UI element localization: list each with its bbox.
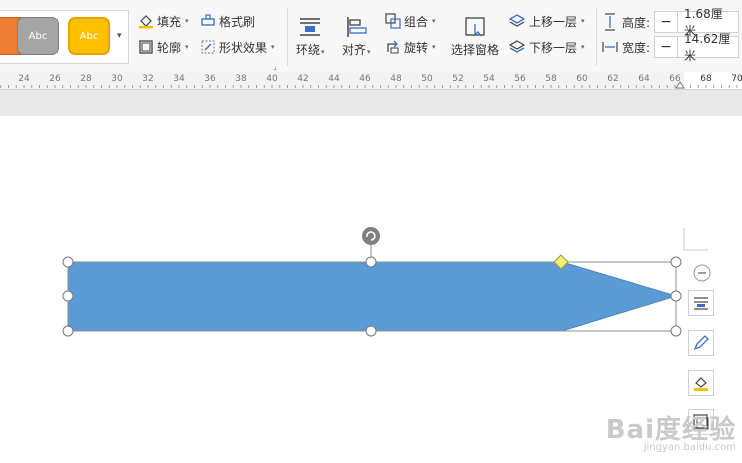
- width-label: 宽度:: [622, 40, 651, 55]
- ribbon-divider: [287, 8, 288, 66]
- dialog-launcher-icon[interactable]: ⌟: [273, 62, 277, 71]
- send-backward-label: 下移一层: [529, 40, 578, 55]
- height-label: 高度:: [622, 15, 651, 30]
- bring-forward-icon: [508, 14, 526, 27]
- ruler-tick-label: 48: [390, 74, 402, 84]
- align-icon: [347, 17, 367, 37]
- resize-handle-bottom-left[interactable]: [62, 325, 74, 337]
- ribbon-toolbar: Abc Abc ▾ 填充 ▾ 格式刷 轮廓 ▾ 形状效果 ▾ ⌟ 环绕▾ 对齐▾…: [0, 0, 742, 73]
- ruler-tick-label: 24: [18, 74, 30, 84]
- fill-bucket-icon: [694, 377, 708, 391]
- selection-pane-button[interactable]: 选择窗格: [451, 12, 499, 58]
- group-icon: [385, 13, 401, 29]
- resize-handle-middle-left[interactable]: [62, 290, 74, 302]
- ruler-tick-label: 60: [576, 74, 588, 84]
- outline-label: 轮廓: [157, 40, 182, 55]
- document-gutter: [0, 90, 742, 116]
- ruler-tick-label: 26: [49, 74, 61, 84]
- shape-style-gallery: Abc Abc ▾: [0, 10, 129, 64]
- resize-handle-bottom-center[interactable]: [365, 325, 377, 337]
- pen-icon: [693, 335, 709, 351]
- ruler-tick-label: 42: [297, 74, 309, 84]
- selection-pane-label: 选择窗格: [451, 43, 500, 57]
- shape-outline-quick-button[interactable]: [688, 330, 714, 356]
- shape-effects-button[interactable]: 形状效果 ▾: [200, 38, 275, 56]
- ruler-tick-label: 56: [514, 74, 526, 84]
- send-backward-icon: [508, 40, 526, 53]
- selection-pane-icon: [465, 17, 485, 37]
- document-page: Bai度经验 jingyan.baidu.com: [0, 116, 742, 463]
- outline-icon: [139, 40, 153, 54]
- shape-effects-icon: [201, 40, 215, 54]
- ruler-tick-label: 64: [638, 74, 650, 84]
- ruler-tick-label: 32: [142, 74, 154, 84]
- style-gold-swatch[interactable]: Abc: [68, 17, 110, 55]
- resize-handle-bottom-right[interactable]: [670, 325, 682, 337]
- width-icon: [602, 42, 618, 52]
- fill-label: 填充: [157, 14, 182, 29]
- align-button[interactable]: 对齐▾: [342, 12, 371, 58]
- shape-fill-quick-button[interactable]: [688, 370, 714, 396]
- width-spinner: − 14.62厘米: [654, 32, 740, 63]
- watermark: Bai度经验 jingyan.baidu.com: [606, 409, 736, 453]
- ruler-tick-label: 58: [545, 74, 557, 84]
- rotate-handle-icon[interactable]: [362, 227, 380, 245]
- style-gallery-more-icon[interactable]: ▾: [117, 31, 122, 41]
- collapse-toolbar-icon[interactable]: [693, 264, 711, 282]
- height-icon: [605, 13, 615, 31]
- outline-button[interactable]: 轮廓 ▾: [138, 38, 189, 56]
- pentagon-arrow-shape[interactable]: [67, 261, 678, 332]
- layout-options-button[interactable]: [688, 290, 714, 316]
- width-control: 宽度: − 14.62厘米: [602, 32, 740, 63]
- bring-forward-button[interactable]: 上移一层 ▾: [508, 12, 585, 30]
- rotate-label: 旋转: [404, 40, 429, 55]
- ruler-tick-label: 46: [359, 74, 371, 84]
- ruler-tick-label: 40: [266, 74, 278, 84]
- ruler-tick-label: 38: [235, 74, 247, 84]
- ruler-tick-label: 34: [173, 74, 185, 84]
- ruler-tick-label: 36: [204, 74, 216, 84]
- ruler-tick-label: 66: [669, 74, 681, 84]
- wrap-button[interactable]: 环绕▾: [296, 12, 325, 58]
- bring-forward-label: 上移一层: [529, 14, 578, 29]
- ribbon-divider: [596, 8, 597, 66]
- width-input[interactable]: 14.62厘米: [678, 30, 738, 64]
- format-painter-button[interactable]: 格式刷: [200, 12, 255, 30]
- ruler-tick-label: 30: [111, 74, 123, 84]
- resize-handle-top-right[interactable]: [670, 256, 682, 268]
- ruler-tick-label: 50: [421, 74, 433, 84]
- page-corner-mark: [683, 228, 708, 251]
- ruler-tick-label: 62: [607, 74, 619, 84]
- format-brush-icon: [201, 14, 215, 26]
- width-decrease-button[interactable]: −: [655, 37, 679, 57]
- resize-handle-middle-right[interactable]: [670, 290, 682, 302]
- horizontal-ruler[interactable]: 24 26 28 30 32 34 36 38 40 42 44 46 48 50 52 54 56 58 60 62…: [0, 72, 742, 90]
- resize-handle-top-center[interactable]: [365, 256, 377, 268]
- ruler-tick-label: 52: [452, 74, 464, 84]
- text-wrap-icon: [300, 18, 321, 36]
- shape-effects-label: 形状效果: [219, 40, 268, 55]
- ruler-tick-label: 54: [483, 74, 495, 84]
- paint-bucket-icon: [139, 15, 153, 29]
- resize-handle-top-left[interactable]: [62, 256, 74, 268]
- ruler-tick-label: 28: [80, 74, 92, 84]
- format-painter-label: 格式刷: [219, 14, 256, 29]
- wrap-label: 环绕: [296, 43, 321, 57]
- layout-options-icon: [694, 297, 708, 310]
- group-label: 组合: [404, 14, 429, 29]
- rotate-icon: [387, 40, 399, 54]
- ruler-tick-label: 44: [328, 74, 340, 84]
- height-decrease-button[interactable]: −: [655, 12, 679, 32]
- watermark-logo-text: Bai度经验: [605, 415, 736, 445]
- ruler-tick-label: 68: [700, 74, 712, 84]
- send-backward-button[interactable]: 下移一层 ▾: [508, 38, 585, 56]
- align-label: 对齐: [342, 43, 367, 57]
- group-button[interactable]: 组合 ▾: [385, 12, 436, 30]
- ruler-tick-label: 70: [731, 74, 742, 84]
- rotate-button[interactable]: 旋转 ▾: [385, 38, 436, 56]
- fill-button[interactable]: 填充 ▾: [138, 12, 189, 30]
- style-gray-swatch[interactable]: Abc: [17, 17, 59, 55]
